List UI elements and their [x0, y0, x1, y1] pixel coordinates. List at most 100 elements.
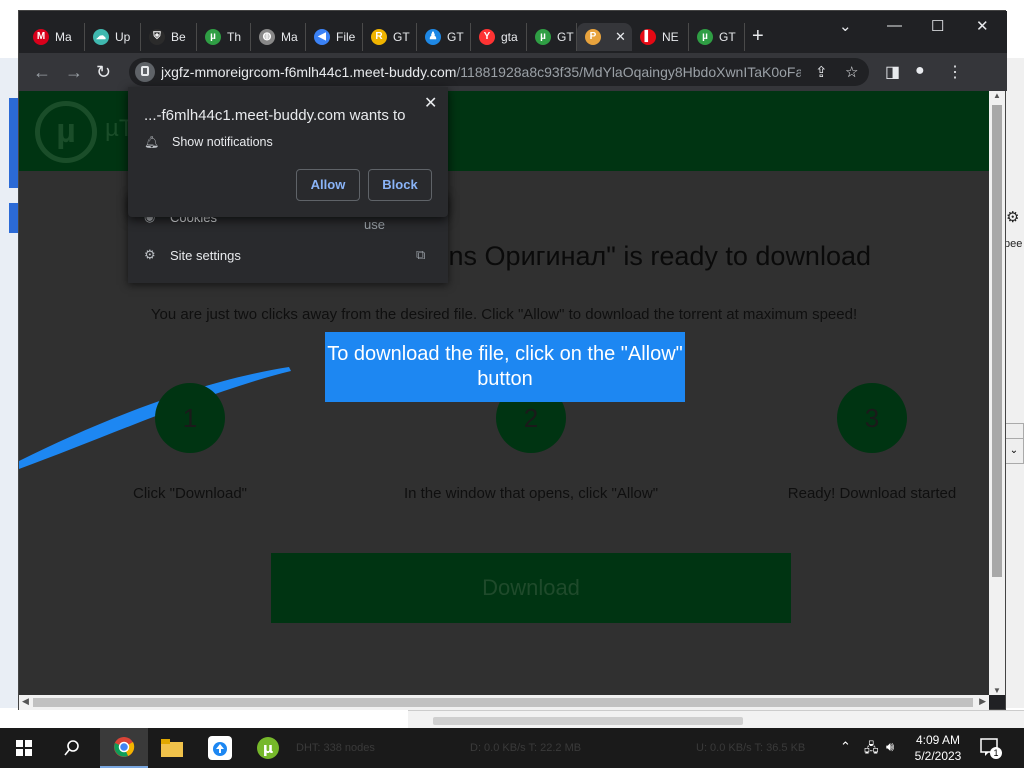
- tab-2[interactable]: ⛨ Be: [141, 23, 197, 51]
- windows-start-icon[interactable]: [0, 728, 48, 768]
- url-path: /11881928a8c93f35/MdYlaOqaingy8HbdoXwnIT…: [456, 64, 801, 80]
- browser-toolbar: ← → ↻ jxgfz-mmoreigrcom-f6mlh44c1.meet-b…: [19, 53, 1007, 91]
- step-1-circle: 1: [155, 383, 225, 453]
- external-link-icon[interactable]: ⧉: [416, 247, 425, 263]
- tab-7[interactable]: ♟ GT: [417, 23, 471, 51]
- download-button[interactable]: Download: [271, 553, 791, 623]
- tab-label: Be: [171, 30, 186, 44]
- utorrent-icon: µ: [697, 29, 713, 45]
- tab-3[interactable]: µ Th: [197, 23, 251, 51]
- chevron-up-icon[interactable]: ⌃: [840, 739, 851, 755]
- background-scrollbar[interactable]: [408, 710, 1024, 730]
- notification-badge: 1: [990, 747, 1002, 759]
- mcafee-icon: M: [33, 29, 49, 45]
- horizontal-scrollbar[interactable]: ◀ ▶: [19, 695, 989, 710]
- url-host: jxgfz-mmoreigrcom-f6mlh44c1.meet-buddy.c…: [161, 64, 457, 80]
- tab-label: NE: [662, 30, 679, 44]
- forward-button[interactable]: →: [65, 62, 83, 83]
- tab-8[interactable]: Ygta: [471, 23, 527, 51]
- tab-4[interactable]: ◍ Ma: [251, 23, 306, 51]
- step-1-label: Click "Download": [132, 485, 248, 502]
- svg-text:µ: µ: [263, 741, 273, 757]
- share-icon[interactable]: ⇪: [815, 63, 828, 81]
- tab-6[interactable]: R GT: [363, 23, 417, 51]
- page-subtitle: You are just two clicks away from the de…: [150, 306, 858, 323]
- globe-icon: ◍: [259, 29, 275, 45]
- address-bar[interactable]: jxgfz-mmoreigrcom-f6mlh44c1.meet-buddy.c…: [129, 58, 869, 86]
- menu-icon[interactable]: ⋮: [947, 62, 963, 82]
- utorrent-icon: µ: [205, 29, 221, 45]
- allow-button[interactable]: Allow: [296, 169, 360, 201]
- star-icon[interactable]: ☆: [845, 63, 858, 81]
- system-clock[interactable]: 4:09 AM 5/2/2023: [906, 732, 970, 764]
- tab-strip: M Ma ☁ Up ⛨ Be µ Th ◍ Ma ◀ File R GT ♟ GT Ygta µ GT P ✕ ▌ NE µ G…: [19, 11, 1007, 53]
- step-3-label: Ready! Download started: [787, 485, 957, 502]
- allow-instruction-banner: To download the file, click on the "Allo…: [325, 332, 685, 402]
- sidebar-icon[interactable]: ◨: [885, 62, 900, 82]
- gear-icon: ⚙: [1006, 209, 1020, 226]
- lock-icon[interactable]: [135, 62, 155, 82]
- gamepad-icon: ♟: [425, 29, 441, 45]
- tab-label: GT: [719, 30, 736, 44]
- browser-window: M Ma ☁ Up ⛨ Be µ Th ◍ Ma ◀ File R GT ♟ GT Ygta µ GT P ✕ ▌ NE µ G…: [18, 10, 1007, 710]
- tab-10[interactable]: P ✕: [577, 23, 632, 51]
- background-window-right: ⚙ pee ⌄: [1004, 58, 1024, 708]
- gear-icon: ⚙: [144, 247, 156, 262]
- cloud-icon: ☁: [93, 29, 109, 45]
- upload-speed: U: 0.0 KB/s T: 36.5 KB: [696, 742, 806, 754]
- new-tab-button[interactable]: +: [752, 25, 764, 48]
- permission-label: Show notifications: [172, 135, 273, 149]
- yandex-icon: Y: [479, 29, 495, 45]
- utorrent-taskbar-icon[interactable]: µ: [244, 728, 292, 768]
- maximize-button[interactable]: ☐: [931, 17, 944, 35]
- bookmark-icon: ▌: [640, 29, 656, 45]
- file-icon: ◀: [314, 29, 330, 45]
- prompt-title: ...-f6mlh44c1.meet-buddy.com wants to: [144, 107, 406, 124]
- coin-icon: P: [585, 29, 601, 45]
- vertical-scrollbar[interactable]: ▲ ▼: [989, 91, 1005, 695]
- dht-status: DHT: 338 nodes: [296, 742, 375, 754]
- utorrent-icon: µ: [535, 29, 551, 45]
- site-settings-row[interactable]: ⚙ Site settings: [144, 247, 241, 263]
- tab-1[interactable]: ☁ Up: [85, 23, 141, 51]
- upload-app-icon[interactable]: [196, 728, 244, 768]
- search-icon[interactable]: [48, 728, 96, 768]
- bell-icon: 🔔︎: [144, 135, 160, 149]
- file-explorer-icon[interactable]: [148, 728, 196, 768]
- tab-11[interactable]: ▌ NE: [632, 23, 689, 51]
- close-tab-icon[interactable]: ✕: [615, 29, 626, 45]
- close-window-button[interactable]: ✕: [976, 17, 989, 35]
- tab-label: GT: [557, 30, 574, 44]
- chrome-taskbar-icon[interactable]: [100, 728, 148, 768]
- chevron-down-icon[interactable]: ⌄: [1004, 438, 1024, 464]
- notification-center-icon[interactable]: 1: [980, 738, 1002, 759]
- network-icon[interactable]: 🖧︎: [864, 739, 879, 761]
- notification-permission-prompt: ...-f6mlh44c1.meet-buddy.com wants to ✕ …: [128, 87, 448, 217]
- step-3-circle: 3: [837, 383, 907, 453]
- download-speed: D: 0.0 KB/s T: 22.2 MB: [470, 742, 582, 754]
- block-button[interactable]: Block: [368, 169, 432, 201]
- minimize-button[interactable]: —: [887, 17, 902, 34]
- tab-5[interactable]: ◀ File: [306, 23, 363, 51]
- tab-12[interactable]: µ GT: [689, 23, 745, 51]
- tab-search-icon[interactable]: ⌄: [839, 17, 852, 35]
- tab-label: Up: [115, 30, 131, 44]
- tab-label: File: [336, 30, 356, 44]
- tab-label: gta: [501, 30, 518, 44]
- reload-button[interactable]: ↻: [96, 62, 111, 83]
- tab-label: GT: [393, 30, 410, 44]
- tab-9[interactable]: µ GT: [527, 23, 577, 51]
- close-icon[interactable]: ✕: [424, 93, 437, 113]
- tab-label: Th: [227, 30, 242, 44]
- utorrent-logo-icon: µ: [35, 101, 97, 163]
- tab-label: Ma: [281, 30, 298, 44]
- volume-icon[interactable]: 🔊︎: [886, 739, 894, 755]
- back-button[interactable]: ←: [33, 62, 51, 83]
- rockstar-icon: R: [371, 29, 387, 45]
- tab-label: GT: [447, 30, 464, 44]
- shield-icon: ⛨: [149, 29, 165, 45]
- taskbar: µ DHT: 338 nodes D: 0.0 KB/s T: 22.2 MB …: [0, 728, 1024, 768]
- profile-icon[interactable]: ●: [915, 62, 925, 80]
- step-2-label: In the window that opens, click "Allow": [403, 485, 659, 502]
- tab-0[interactable]: M Ma: [25, 23, 85, 51]
